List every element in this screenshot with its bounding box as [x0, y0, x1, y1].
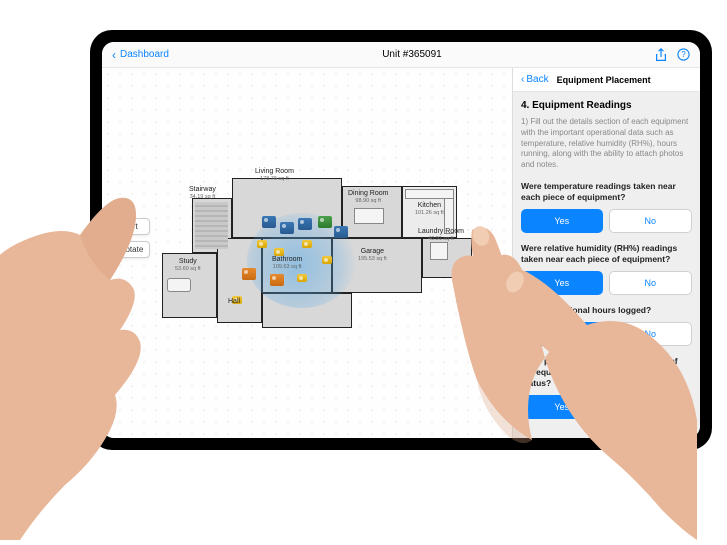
question-3: Were operational hours logged? Yes No — [521, 305, 692, 346]
equipment-air-mover[interactable] — [298, 218, 312, 230]
nav-back-label: Dashboard — [120, 49, 169, 60]
room-label: Study — [179, 258, 197, 265]
panel-back-button[interactable]: ‹ Back — [521, 74, 549, 85]
question-text: Were operational hours logged? — [521, 305, 692, 316]
equipment-sensor[interactable] — [297, 274, 307, 282]
chevron-left-icon: ‹ — [521, 74, 524, 85]
equipment-sensor[interactable] — [274, 248, 284, 256]
room-garage[interactable] — [332, 238, 422, 293]
room-label: Hall — [228, 298, 240, 305]
question-2: Were relative humidity (RH%) readings ta… — [521, 243, 692, 295]
svg-text:?: ? — [681, 50, 686, 59]
chevron-left-icon: ‹ — [112, 49, 116, 61]
question-text: Were photos taken upon installation of t… — [521, 356, 692, 389]
insert-button[interactable]: + Insert — [102, 218, 150, 235]
answer-no-button[interactable]: No — [609, 209, 693, 233]
rotate-button[interactable]: ⟳ Rotate — [102, 241, 150, 258]
room-label: Dining Room — [348, 190, 388, 197]
question-text: Were relative humidity (RH%) readings ta… — [521, 243, 692, 265]
panel-body: 4. Equipment Readings 1) Fill out the de… — [513, 92, 700, 437]
answer-yes-button[interactable]: Yes — [521, 322, 603, 346]
screen: ‹ Dashboard Unit #365091 ? + Ins — [102, 42, 700, 438]
stairs-icon — [195, 202, 228, 249]
rotate-label: Rotate — [120, 245, 144, 254]
nav-back-button[interactable]: ‹ Dashboard — [112, 49, 169, 61]
panel-header: ‹ Back Equipment Placement — [513, 68, 700, 92]
question-4: Were photos taken upon installation of t… — [521, 356, 692, 419]
answer-yes-button[interactable]: Yes — [521, 395, 603, 419]
room-hall[interactable] — [217, 238, 262, 323]
room-label: Bathroom — [272, 256, 302, 263]
navbar: ‹ Dashboard Unit #365091 ? — [102, 42, 700, 68]
room-label: Living Room — [255, 168, 294, 175]
panel-title: Equipment Placement — [557, 75, 651, 85]
side-panel: ‹ Back Equipment Placement 4. Equipment … — [512, 68, 700, 438]
answer-no-button[interactable]: No — [609, 271, 693, 295]
room-label: Garage — [361, 248, 384, 255]
help-icon[interactable]: ? — [677, 48, 690, 61]
question-text: Were temperature readings taken near eac… — [521, 181, 692, 203]
equipment-dehumidifier[interactable] — [318, 216, 332, 228]
main: + Insert ⟳ Rotate — [102, 68, 700, 438]
question-1: Were temperature readings taken near eac… — [521, 181, 692, 233]
equipment-sensor[interactable] — [302, 240, 312, 248]
floorplan-canvas[interactable]: + Insert ⟳ Rotate — [102, 68, 512, 438]
dining-table — [354, 208, 384, 224]
laundry-unit — [430, 242, 448, 260]
section-description: 1) Fill out the details section of each … — [521, 117, 692, 171]
room-label: Kitchen — [418, 202, 441, 209]
tablet-frame: ‹ Dashboard Unit #365091 ? + Ins — [90, 30, 712, 450]
room-label: Laundry Room — [418, 228, 464, 235]
room-label: Stairway — [189, 186, 216, 193]
answer-yes-button[interactable]: Yes — [521, 271, 603, 295]
equipment-air-mover[interactable] — [334, 226, 348, 238]
equipment-heater[interactable] — [242, 268, 256, 280]
rotate-icon: ⟳ — [109, 245, 116, 254]
equipment-sensor[interactable] — [257, 240, 267, 248]
study-desk — [167, 278, 191, 292]
page-title: Unit #365091 — [382, 49, 442, 60]
insert-label: Insert — [118, 222, 138, 231]
equipment-sensor[interactable] — [322, 256, 332, 264]
equipment-heater[interactable] — [270, 274, 284, 286]
section-title: 4. Equipment Readings — [521, 100, 692, 111]
answer-no-button[interactable]: No — [609, 395, 693, 419]
room-lower[interactable] — [262, 293, 352, 328]
answer-no-button[interactable]: No — [609, 322, 693, 346]
equipment-air-mover[interactable] — [262, 216, 276, 228]
equipment-air-mover[interactable] — [280, 222, 294, 234]
panel-back-label: Back — [526, 74, 548, 85]
floorplan: Living Room178.76 sq ft Dining Room98.90… — [162, 178, 492, 328]
answer-yes-button[interactable]: Yes — [521, 209, 603, 233]
plus-icon: + — [109, 222, 114, 231]
share-icon[interactable] — [655, 48, 667, 62]
